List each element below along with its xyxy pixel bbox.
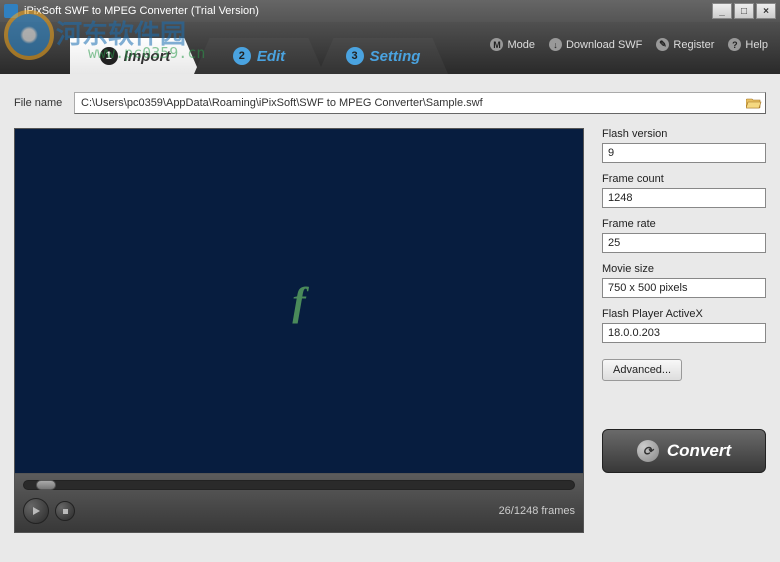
tab-edit[interactable]: 2 Edit: [194, 38, 324, 74]
file-name-label: File name: [14, 97, 74, 109]
tab-label: Edit: [257, 48, 285, 65]
preview-column: f 26/1248 frames: [14, 128, 584, 533]
prop-frame-count: Frame count 1248: [602, 173, 766, 208]
minimize-button[interactable]: _: [712, 3, 732, 19]
stop-button[interactable]: [55, 501, 75, 521]
seek-handle[interactable]: [36, 480, 56, 490]
download-icon: ↓: [549, 38, 562, 51]
title-bar: iPixSoft SWF to MPEG Converter (Trial Ve…: [0, 0, 780, 22]
file-row: File name C:\Users\pc0359\AppData\Roamin…: [14, 92, 766, 114]
prop-label: Frame count: [602, 173, 766, 185]
advanced-button[interactable]: Advanced...: [602, 359, 682, 381]
mode-button[interactable]: M Mode: [490, 38, 535, 51]
prop-flash-player-activex: Flash Player ActiveX 18.0.0.203: [602, 308, 766, 343]
seek-bar[interactable]: [23, 480, 575, 490]
flash-logo-icon: f: [292, 278, 305, 325]
toolbar: M Mode ↓ Download SWF ✎ Register ? Help: [490, 38, 768, 51]
tab-setting[interactable]: 3 Setting: [318, 38, 448, 74]
control-row: 26/1248 frames: [23, 498, 575, 524]
prop-movie-size: Movie size 750 x 500 pixels: [602, 263, 766, 298]
prop-flash-version: Flash version 9: [602, 128, 766, 163]
prop-value: 25: [602, 233, 766, 253]
play-button[interactable]: [23, 498, 49, 524]
file-path-text: C:\Users\pc0359\AppData\Roaming\iPixSoft…: [81, 97, 483, 109]
prop-label: Frame rate: [602, 218, 766, 230]
properties-panel: Flash version 9 Frame count 1248 Frame r…: [602, 128, 766, 533]
toolbar-label: Mode: [507, 39, 535, 51]
tab-label: Setting: [370, 48, 421, 65]
maximize-button[interactable]: □: [734, 3, 754, 19]
convert-icon: ⟳: [637, 440, 659, 462]
prop-value: 9: [602, 143, 766, 163]
preview-viewport: f: [14, 128, 584, 474]
register-icon: ✎: [656, 38, 669, 51]
toolbar-label: Help: [745, 39, 768, 51]
tab-label: Import: [124, 48, 171, 65]
folder-open-icon: [746, 97, 762, 109]
app-icon: [4, 4, 18, 18]
prop-label: Flash Player ActiveX: [602, 308, 766, 320]
prop-label: Flash version: [602, 128, 766, 140]
toolbar-label: Download SWF: [566, 39, 642, 51]
player-controls: 26/1248 frames: [14, 474, 584, 533]
tab-number: 2: [233, 47, 251, 65]
play-icon: [31, 506, 41, 516]
content-area: f 26/1248 frames Flash ver: [14, 128, 766, 533]
convert-button[interactable]: ⟳ Convert: [602, 429, 766, 473]
frame-counter: 26/1248 frames: [499, 505, 575, 517]
download-swf-button[interactable]: ↓ Download SWF: [549, 38, 642, 51]
tab-number: 1: [100, 47, 118, 65]
top-bar: 1 Import 2 Edit 3 Setting M Mode ↓ Downl…: [0, 22, 780, 74]
prop-value: 1248: [602, 188, 766, 208]
tab-strip: 1 Import 2 Edit 3 Setting: [70, 38, 442, 74]
toolbar-label: Register: [673, 39, 714, 51]
file-path-field[interactable]: C:\Users\pc0359\AppData\Roaming\iPixSoft…: [74, 92, 766, 114]
prop-label: Movie size: [602, 263, 766, 275]
help-button[interactable]: ? Help: [728, 38, 768, 51]
main-panel: File name C:\Users\pc0359\AppData\Roamin…: [0, 74, 780, 562]
mode-icon: M: [490, 38, 503, 51]
register-button[interactable]: ✎ Register: [656, 38, 714, 51]
convert-label: Convert: [667, 441, 731, 461]
help-icon: ?: [728, 38, 741, 51]
tab-number: 3: [346, 47, 364, 65]
close-button[interactable]: ×: [756, 3, 776, 19]
tab-import[interactable]: 1 Import: [70, 38, 200, 74]
window-title: iPixSoft SWF to MPEG Converter (Trial Ve…: [24, 5, 710, 17]
prop-frame-rate: Frame rate 25: [602, 218, 766, 253]
stop-icon: [62, 508, 69, 515]
prop-value: 18.0.0.203: [602, 323, 766, 343]
prop-value: 750 x 500 pixels: [602, 278, 766, 298]
browse-button[interactable]: [745, 95, 763, 111]
